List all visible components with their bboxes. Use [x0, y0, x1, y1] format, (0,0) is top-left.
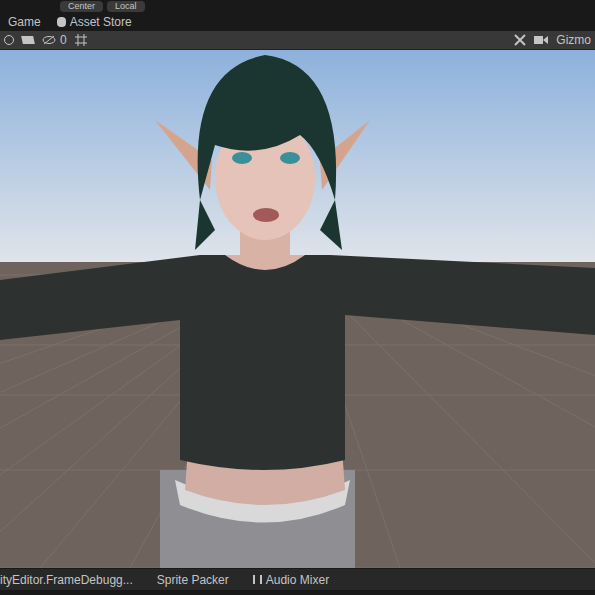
tab-bar: GameAsset Store — [0, 12, 595, 31]
bottom-tab[interactable]: ityEditor.FrameDebugg... — [0, 571, 133, 589]
scene-toolbar: 0 Gizmo — [0, 31, 595, 50]
tab[interactable]: Asset Store — [49, 12, 140, 31]
character-figure — [0, 55, 595, 568]
bottom-tab[interactable]: Audio Mixer — [253, 571, 329, 589]
tab[interactable]: Game — [0, 12, 49, 31]
top-toolbar: Center Local — [0, 0, 595, 12]
layers-icon[interactable] — [21, 36, 35, 44]
scene-view[interactable] — [0, 50, 595, 568]
store-icon — [57, 17, 66, 27]
toolbar-button[interactable]: Local — [107, 1, 145, 12]
bottom-tab-bar: ityEditor.FrameDebugg... Sprite Packer Aud… — [0, 568, 595, 590]
bottom-strip — [0, 590, 595, 595]
grid-icon[interactable] — [75, 34, 87, 46]
camera-icon[interactable] — [534, 35, 548, 45]
scene-viewport[interactable] — [0, 50, 595, 568]
hidden-objects-toggle[interactable]: 0 — [42, 31, 67, 49]
gizmos-dropdown[interactable]: Gizmo — [556, 31, 591, 49]
toolbar-button[interactable]: Center — [60, 1, 103, 12]
tools-icon[interactable] — [514, 34, 526, 46]
effects-icon[interactable] — [4, 35, 14, 45]
unity-editor: CenterLocalGameAsset Store0GizmoityEdito… — [0, 0, 595, 595]
mixer-icon — [253, 575, 262, 584]
bottom-tab[interactable]: Sprite Packer — [157, 571, 229, 589]
eye-slash-icon — [42, 35, 56, 45]
